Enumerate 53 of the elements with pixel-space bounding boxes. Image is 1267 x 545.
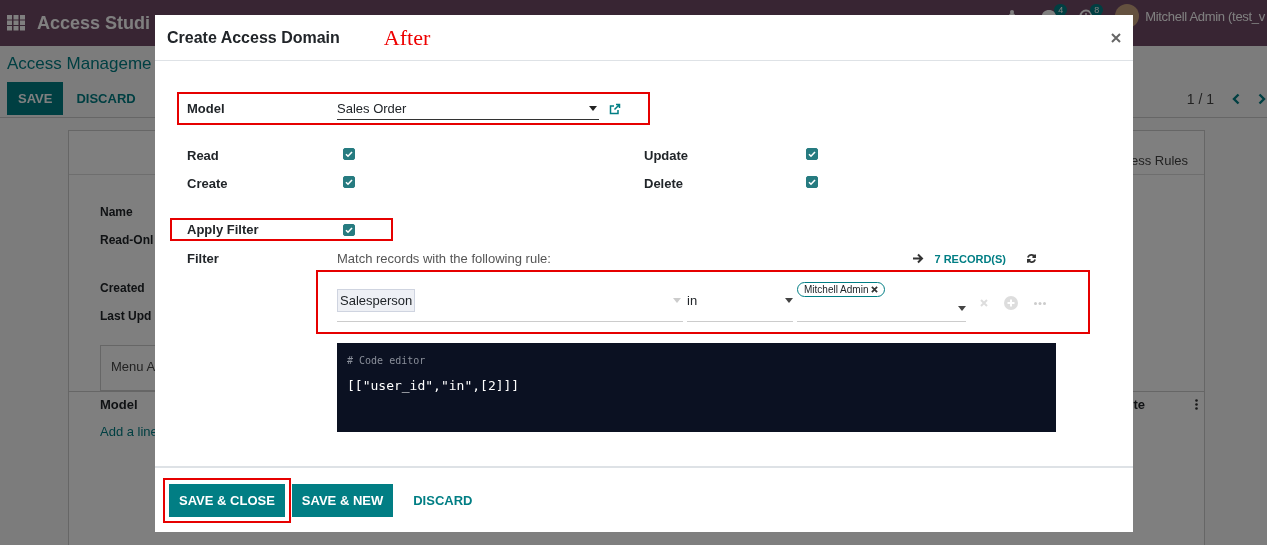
model-select[interactable]: Sales Order <box>337 97 599 120</box>
user-name[interactable]: Mitchell Admin (test_v <box>1145 8 1265 24</box>
breadcrumb: Access Manageme <box>7 54 153 74</box>
checkbox[interactable] <box>806 148 818 160</box>
filter-description: Match records with the following rule: <box>337 251 551 266</box>
field-label: Update <box>644 147 690 163</box>
code-line: [["user_id","in",[2]]] <box>347 378 521 393</box>
notification-badge: 8 <box>1090 4 1104 16</box>
value-select[interactable]: Mitchell Admin <box>797 276 966 322</box>
arrow-right-icon <box>912 253 925 264</box>
field-label: Apply Filter <box>187 222 260 237</box>
external-link-icon[interactable] <box>609 102 621 115</box>
caret-icon <box>589 105 597 111</box>
checkbox[interactable] <box>343 176 355 188</box>
kebab-menu-icon[interactable] <box>1195 398 1198 410</box>
button[interactable]: SAVE <box>7 82 64 115</box>
checkbox[interactable] <box>343 223 355 236</box>
notification-badge: 4 <box>1054 4 1068 16</box>
code-comment: # Code editor <box>347 355 427 366</box>
field-label: Model <box>187 101 226 116</box>
button[interactable]: SAVE & NEW <box>291 483 394 517</box>
apps-menu-icon[interactable] <box>7 15 25 31</box>
checkbox[interactable] <box>343 148 355 160</box>
operator-select[interactable]: in <box>687 276 793 322</box>
field-label: Delete <box>644 175 685 191</box>
chevron-left-icon[interactable] <box>1232 92 1240 105</box>
records-link[interactable]: 7 RECORD(S) <box>934 252 1006 265</box>
caret-icon <box>673 298 681 303</box>
field-label: Last Upd <box>100 309 152 325</box>
field-label: Read-Onl <box>100 233 154 249</box>
button[interactable]: DISCARD <box>63 82 149 115</box>
button[interactable]: DISCARD <box>400 483 486 517</box>
app-title: Access Studi <box>37 12 151 34</box>
column-header: te <box>1133 396 1145 412</box>
dialog-title: Create Access Domain <box>167 28 340 47</box>
remove-icon[interactable] <box>871 286 879 293</box>
column-header: Model <box>100 396 138 412</box>
checkbox[interactable] <box>806 176 818 188</box>
refresh-icon[interactable] <box>1026 253 1037 264</box>
caret-icon <box>785 298 793 303</box>
field-select[interactable]: Salesperson <box>337 276 683 322</box>
field-label: Name <box>100 205 133 221</box>
button[interactable]: SAVE & CLOSE <box>169 483 285 517</box>
field-label: Created <box>100 281 145 297</box>
pager-text: 1 / 1 <box>1186 90 1214 107</box>
field-label: Filter <box>187 251 220 268</box>
caret-icon <box>958 306 966 311</box>
field-label: Read <box>187 147 220 163</box>
close-icon[interactable] <box>1111 32 1121 43</box>
code-editor[interactable]: # Code editor [["user_id","in",[2]]] <box>337 343 1056 432</box>
annotation-label: After <box>383 24 431 51</box>
chevron-right-icon[interactable] <box>1258 92 1266 105</box>
field-label: Create <box>187 175 229 191</box>
